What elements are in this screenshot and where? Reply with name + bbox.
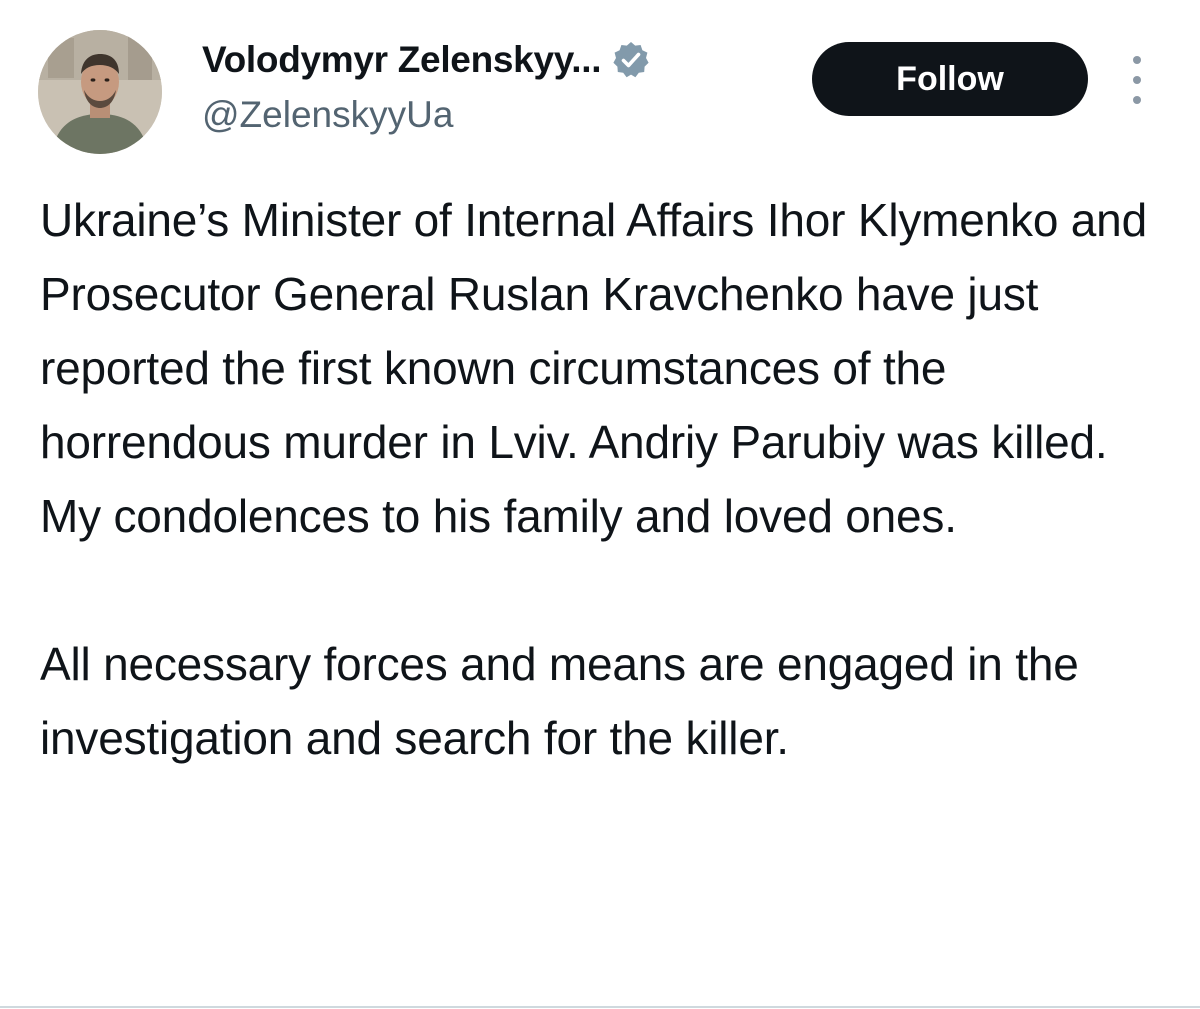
tweet-paragraph: Ukraine’s Minister of Internal Affairs I…: [40, 194, 1147, 542]
author-handle[interactable]: @ZelenskyyUa: [202, 94, 453, 136]
tweet-text: Ukraine’s Minister of Internal Affairs I…: [40, 183, 1170, 775]
author-name-row[interactable]: Volodymyr Zelenskyy...: [202, 36, 651, 84]
author-display-name[interactable]: Volodymyr Zelenskyy...: [202, 39, 602, 81]
follow-button[interactable]: Follow: [812, 42, 1088, 116]
avatar[interactable]: [38, 30, 162, 154]
avatar-photo: [38, 30, 162, 154]
verified-badge-icon: [611, 40, 651, 80]
vertical-ellipsis-icon: [1133, 56, 1141, 64]
tweet-paragraph: All necessary forces and means are engag…: [40, 638, 1079, 764]
divider: [0, 1006, 1200, 1008]
more-options-button[interactable]: [1122, 56, 1152, 104]
vertical-ellipsis-icon-dot: [1133, 96, 1141, 104]
tweet-card: Volodymyr Zelenskyy... @ZelenskyyUa Foll…: [0, 0, 1200, 1009]
vertical-ellipsis-icon-dot: [1133, 76, 1141, 84]
